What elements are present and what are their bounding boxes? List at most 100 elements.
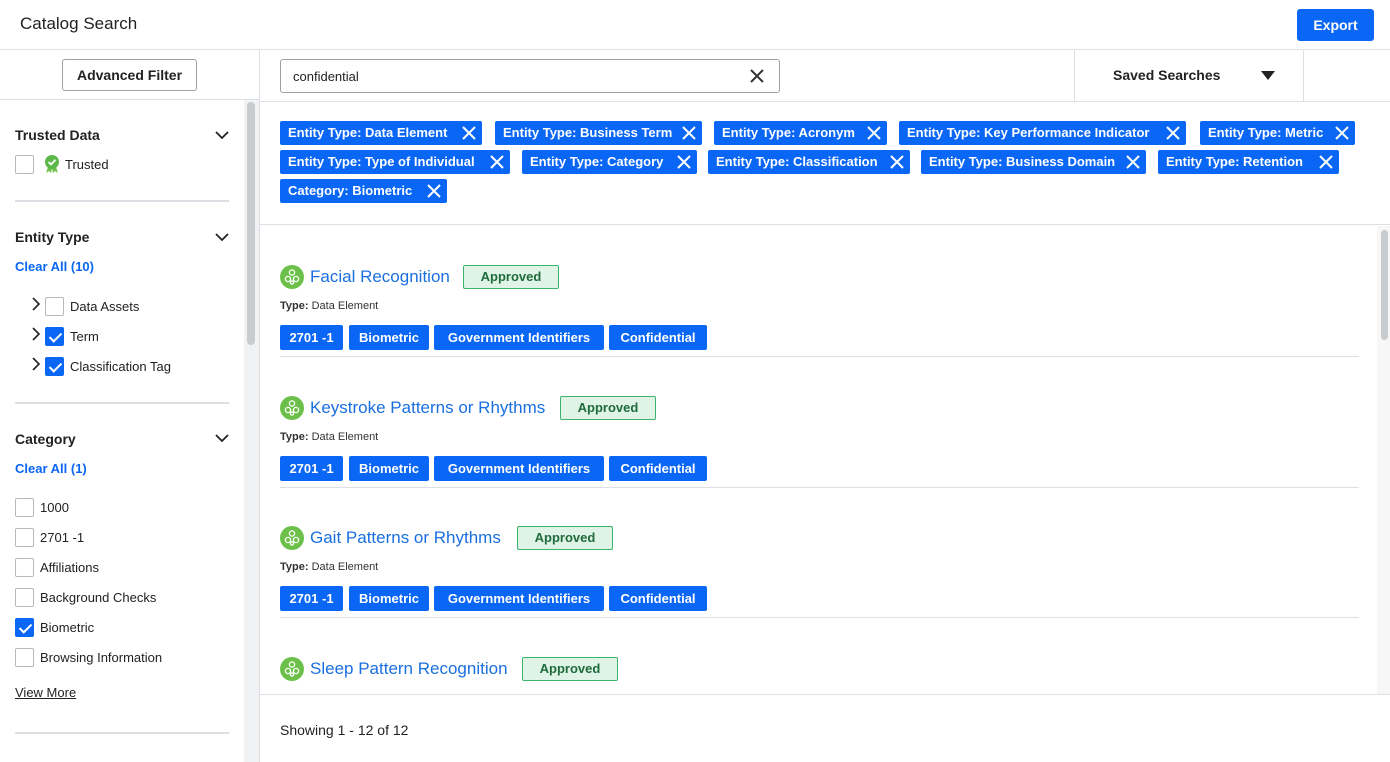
filter-chip: Entity Type: Metric	[1200, 121, 1355, 145]
tag[interactable]: 2701 -1	[280, 325, 343, 350]
filter-chip: Entity Type: Category	[522, 150, 697, 174]
result-title-link[interactable]: Facial Recognition	[310, 267, 450, 287]
tag[interactable]: Confidential	[609, 456, 707, 481]
data-element-icon	[280, 657, 304, 681]
list-item: Sleep Pattern Recognition Approved	[280, 618, 1359, 694]
data-element-icon	[280, 526, 304, 550]
filter-chip: Entity Type: Retention	[1158, 150, 1339, 174]
advanced-filter-bar: Advanced Filter	[0, 50, 259, 100]
filter-chip: Category: Biometric	[280, 179, 447, 203]
list-item: Facial Recognition Approved Type: Data E…	[280, 226, 1359, 357]
saved-searches-dropdown[interactable]: Saved Searches	[1074, 50, 1304, 101]
category-title: Category	[15, 431, 76, 447]
section-divider	[15, 200, 229, 202]
category-checkbox-browsing-information[interactable]	[15, 648, 34, 667]
entity-type-title: Entity Type	[15, 229, 90, 245]
chevron-down-icon[interactable]	[215, 128, 229, 142]
advanced-filter-button[interactable]: Advanced Filter	[62, 59, 197, 91]
result-type: Type: Data Element	[280, 561, 378, 573]
tag[interactable]: Confidential	[609, 586, 707, 611]
entity-type-checkbox-term[interactable]	[45, 327, 64, 346]
result-title-link[interactable]: Gait Patterns or Rhythms	[310, 528, 501, 548]
close-icon[interactable]	[682, 126, 696, 140]
result-title-link[interactable]: Keystroke Patterns or Rhythms	[310, 398, 545, 418]
search-input[interactable]	[280, 59, 780, 93]
entity-type-checkbox-data-assets[interactable]	[45, 297, 64, 316]
category-clear-all-link[interactable]: Clear All (1)	[15, 461, 87, 476]
chevron-right-icon[interactable]	[31, 327, 41, 341]
close-icon[interactable]	[427, 184, 441, 198]
category-label: Background Checks	[40, 590, 157, 605]
close-icon[interactable]	[867, 126, 881, 140]
entity-type-checkbox-classification-tag[interactable]	[45, 357, 64, 376]
result-count: Showing 1 - 12 of 12	[280, 722, 409, 738]
section-divider	[15, 402, 229, 404]
entity-type-clear-all-link[interactable]: Clear All (10)	[15, 259, 94, 274]
close-icon[interactable]	[1335, 126, 1349, 140]
type-prefix: Type:	[280, 300, 309, 312]
close-icon[interactable]	[1166, 126, 1180, 140]
chevron-down-icon[interactable]	[215, 230, 229, 244]
tag[interactable]: Government Identifiers	[434, 586, 604, 611]
type-value: Data Element	[311, 431, 379, 443]
tag[interactable]: Government Identifiers	[434, 456, 604, 481]
data-element-icon	[280, 396, 304, 420]
result-type: Type: Data Element	[280, 300, 378, 312]
page-title: Catalog Search	[20, 14, 138, 33]
category-label: Affiliations	[40, 560, 100, 575]
tag[interactable]: Biometric	[349, 456, 429, 481]
chevron-down-icon[interactable]	[215, 431, 229, 445]
category-checkbox-affiliations[interactable]	[15, 558, 34, 577]
results-footer: Showing 1 - 12 of 12	[260, 694, 1390, 762]
search-bar-row: Saved Searches	[260, 50, 1390, 102]
status-badge: Approved	[517, 526, 613, 550]
tag[interactable]: Biometric	[349, 586, 429, 611]
tag[interactable]: Confidential	[609, 325, 707, 350]
results-scrollbar[interactable]	[1381, 230, 1388, 340]
top-bar: Catalog Search Export	[0, 0, 1390, 50]
type-prefix: Type:	[280, 561, 309, 573]
category-checkbox-background-checks[interactable]	[15, 588, 34, 607]
close-icon[interactable]	[890, 155, 904, 169]
entity-type-label: Classification Tag	[70, 359, 171, 374]
category-label: 2701 -1	[40, 530, 85, 545]
filter-chip: Entity Type: Business Term	[495, 121, 702, 145]
tag[interactable]: 2701 -1	[280, 586, 343, 611]
category-checkbox-2701[interactable]	[15, 528, 34, 547]
sidebar-scrollbar[interactable]	[247, 102, 255, 345]
trusted-label: Trusted	[65, 157, 109, 172]
category-checkbox-biometric[interactable]	[15, 618, 34, 637]
close-icon[interactable]	[490, 155, 504, 169]
chevron-right-icon[interactable]	[31, 357, 41, 371]
tag[interactable]: 2701 -1	[280, 456, 343, 481]
chevron-right-icon[interactable]	[31, 297, 41, 311]
caret-down-icon	[1261, 71, 1275, 80]
category-checkbox-1000[interactable]	[15, 498, 34, 517]
close-icon[interactable]	[1126, 155, 1140, 169]
trusted-checkbox[interactable]	[15, 155, 34, 174]
result-type: Type: Data Element	[280, 431, 378, 443]
trusted-badge-icon	[45, 155, 59, 173]
tag[interactable]: Biometric	[349, 325, 429, 350]
close-icon[interactable]	[462, 126, 476, 140]
tag[interactable]: Government Identifiers	[434, 325, 604, 350]
filter-chip: Entity Type: Key Performance Indicator	[899, 121, 1186, 145]
filter-chip: Entity Type: Business Domain	[921, 150, 1146, 174]
close-icon[interactable]	[677, 155, 691, 169]
filter-chip: Entity Type: Data Element	[280, 121, 482, 145]
status-badge: Approved	[463, 265, 559, 289]
close-icon[interactable]	[1319, 155, 1333, 169]
export-button[interactable]: Export	[1297, 9, 1374, 41]
filter-chip: Entity Type: Acronym	[714, 121, 887, 145]
type-value: Data Element	[311, 561, 379, 573]
view-more-link[interactable]: View More	[15, 685, 76, 700]
filter-sidebar: Advanced Filter Trusted Data Trusted Ent…	[0, 50, 260, 762]
result-title-link[interactable]: Sleep Pattern Recognition	[310, 659, 508, 679]
active-filter-chips: Entity Type: Data Element Entity Type: B…	[260, 102, 1390, 225]
trusted-data-title: Trusted Data	[15, 127, 100, 143]
close-icon[interactable]	[748, 67, 766, 85]
status-badge: Approved	[522, 657, 618, 681]
data-element-icon	[280, 265, 304, 289]
saved-searches-label: Saved Searches	[1113, 67, 1221, 83]
category-label: Browsing Information	[40, 650, 163, 665]
